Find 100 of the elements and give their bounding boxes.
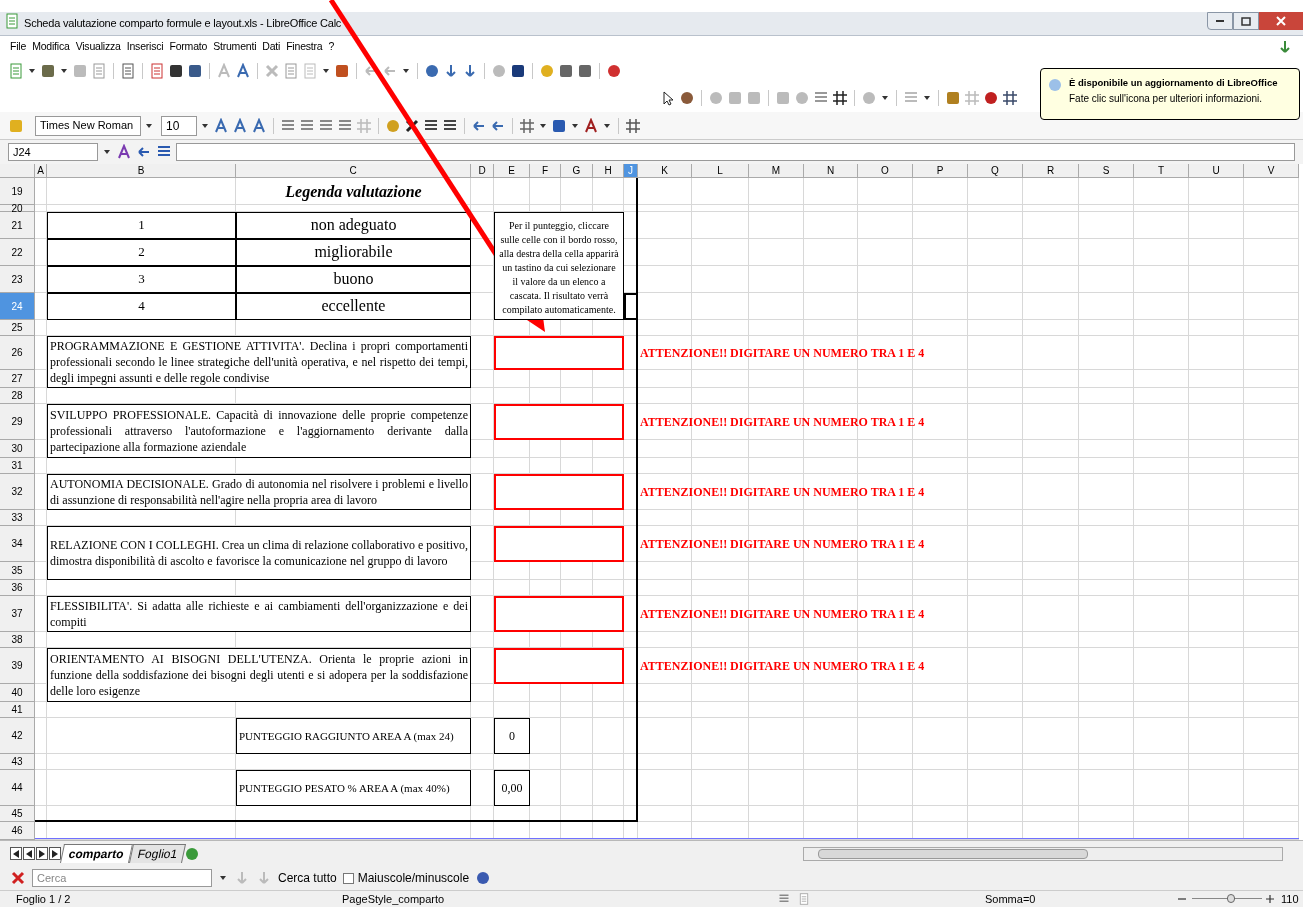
row-header[interactable]: 22: [0, 239, 35, 266]
row-header[interactable]: 35: [0, 562, 35, 580]
column-header[interactable]: L: [692, 164, 749, 178]
row-header[interactable]: 33: [0, 510, 35, 526]
menu-item[interactable]: Inserisci: [126, 39, 164, 55]
column-header[interactable]: P: [913, 164, 968, 178]
spellcheck-icon[interactable]: [216, 63, 232, 79]
row-header[interactable]: 30: [0, 440, 35, 458]
row-header[interactable]: 23: [0, 266, 35, 293]
zoom-slider-thumb[interactable]: [1226, 894, 1235, 903]
column-header[interactable]: A: [35, 164, 47, 178]
row-header[interactable]: 26: [0, 336, 35, 370]
column-header[interactable]: C: [236, 164, 471, 178]
row-header[interactable]: 39: [0, 648, 35, 684]
row-header[interactable]: 44: [0, 770, 35, 806]
menu-item[interactable]: Formato: [169, 39, 208, 55]
row-header[interactable]: 37: [0, 596, 35, 632]
pointer-icon[interactable]: [660, 90, 676, 106]
criterion-text: SVILUPPO PROFESSIONALE. Capacità di innovazione delle proprie competenze professionali attraverso l'autoformazione e l'aggiornamento derivante dalla partecipazione alla formazione aziendale: [47, 404, 471, 458]
row-header[interactable]: 25: [0, 320, 35, 336]
sort-ascending-icon[interactable]: [462, 63, 478, 79]
selected-cell[interactable]: [624, 293, 638, 320]
column-header[interactable]: D: [471, 164, 494, 178]
match-case-checkbox[interactable]: [342, 872, 354, 884]
column-header[interactable]: K: [638, 164, 692, 178]
score-input-cell[interactable]: [494, 648, 624, 684]
row-header[interactable]: 34: [0, 526, 35, 562]
score-input-cell[interactable]: [494, 404, 624, 440]
zoom-out-icon[interactable]: [1178, 895, 1186, 903]
row-header[interactable]: 31: [0, 458, 35, 474]
font-name-field[interactable]: Times New Roman: [35, 115, 141, 136]
column-header[interactable]: S: [1079, 164, 1134, 178]
maximize-button[interactable]: [1233, 12, 1259, 30]
row-header[interactable]: 27: [0, 370, 35, 388]
column-header[interactable]: Q: [968, 164, 1023, 178]
horizontal-scrollbar[interactable]: [803, 846, 1283, 861]
column-header[interactable]: G: [561, 164, 593, 178]
warning-text: ATTENZIONE!! DIGITARE UN NUMERO TRA 1 E 4: [639, 606, 926, 623]
download-icon[interactable]: [1277, 39, 1293, 55]
sum-display: Somma=0: [985, 891, 1036, 907]
column-header[interactable]: T: [1134, 164, 1189, 178]
column-header[interactable]: R: [1023, 164, 1079, 178]
autospellcheck-icon[interactable]: [235, 63, 251, 79]
bold-icon[interactable]: [213, 117, 229, 134]
column-header[interactable]: H: [593, 164, 624, 178]
sheet-tab[interactable]: comparto: [60, 844, 133, 863]
name-box[interactable]: J24: [8, 143, 98, 161]
find-all-button[interactable]: Cerca tutto: [278, 869, 337, 887]
match-case-label: Maiuscole/minuscole: [357, 870, 470, 887]
sort-descending-icon[interactable]: [443, 63, 459, 79]
row-header[interactable]: 32: [0, 474, 35, 510]
zoom-in-icon[interactable]: [1266, 895, 1274, 903]
column-header[interactable]: V: [1244, 164, 1299, 178]
row-header[interactable]: 45: [0, 806, 35, 822]
score-input-cell[interactable]: [494, 596, 624, 632]
menu-item[interactable]: Modifica: [32, 39, 70, 55]
menu-item[interactable]: File: [10, 39, 27, 55]
column-header[interactable]: F: [530, 164, 561, 178]
gridlines-icon[interactable]: [625, 117, 641, 134]
score-input-cell[interactable]: [494, 336, 624, 370]
row-header[interactable]: 42: [0, 718, 35, 754]
menu-item[interactable]: Finestra: [286, 39, 323, 55]
search-field[interactable]: Cerca: [32, 869, 212, 887]
row-header[interactable]: 46: [0, 822, 35, 840]
column-header[interactable]: B: [47, 164, 236, 178]
row-header[interactable]: 38: [0, 632, 35, 648]
column-header[interactable]: M: [749, 164, 804, 178]
row-header[interactable]: 36: [0, 580, 35, 596]
next-sheet-icon[interactable]: [36, 847, 48, 860]
column-header[interactable]: N: [804, 164, 858, 178]
last-sheet-icon[interactable]: [49, 847, 61, 860]
score-input-cell[interactable]: [494, 526, 624, 562]
minimize-button[interactable]: [1207, 12, 1233, 30]
sheet-tab[interactable]: Foglio1: [128, 844, 187, 863]
add-sheet-icon[interactable]: [184, 845, 201, 862]
row-header[interactable]: 40: [0, 684, 35, 702]
font-size-field[interactable]: 10: [161, 115, 197, 136]
column-header[interactable]: E: [494, 164, 530, 178]
close-icon[interactable]: [10, 870, 26, 886]
update-notification[interactable]: È disponibile un aggiornamento di LibreOffice Fate clic sull'icona per ulteriori informazioni.: [1040, 68, 1300, 120]
font-color-icon[interactable]: [583, 117, 599, 134]
column-header[interactable]: O: [858, 164, 913, 178]
row-header[interactable]: 21: [0, 212, 35, 239]
score-input-cell[interactable]: [494, 474, 624, 510]
menu-item[interactable]: Dati: [262, 39, 281, 55]
menu-item[interactable]: ?: [328, 39, 335, 55]
menu-item[interactable]: Strumenti: [213, 39, 257, 55]
first-sheet-icon[interactable]: [10, 847, 22, 860]
previous-sheet-icon[interactable]: [23, 847, 35, 860]
menu-item[interactable]: Visualizza: [75, 39, 121, 55]
row-header[interactable]: 29: [0, 404, 35, 440]
close-button[interactable]: [1259, 12, 1303, 30]
row-header[interactable]: 41: [0, 702, 35, 718]
row-header[interactable]: 28: [0, 388, 35, 404]
row-header[interactable]: 43: [0, 754, 35, 770]
column-header[interactable]: U: [1189, 164, 1244, 178]
page-style: PageStyle_comparto: [342, 891, 445, 907]
row-header[interactable]: 19: [0, 178, 35, 205]
formula-input[interactable]: [176, 143, 1295, 161]
minimize-icon: [1215, 19, 1225, 23]
